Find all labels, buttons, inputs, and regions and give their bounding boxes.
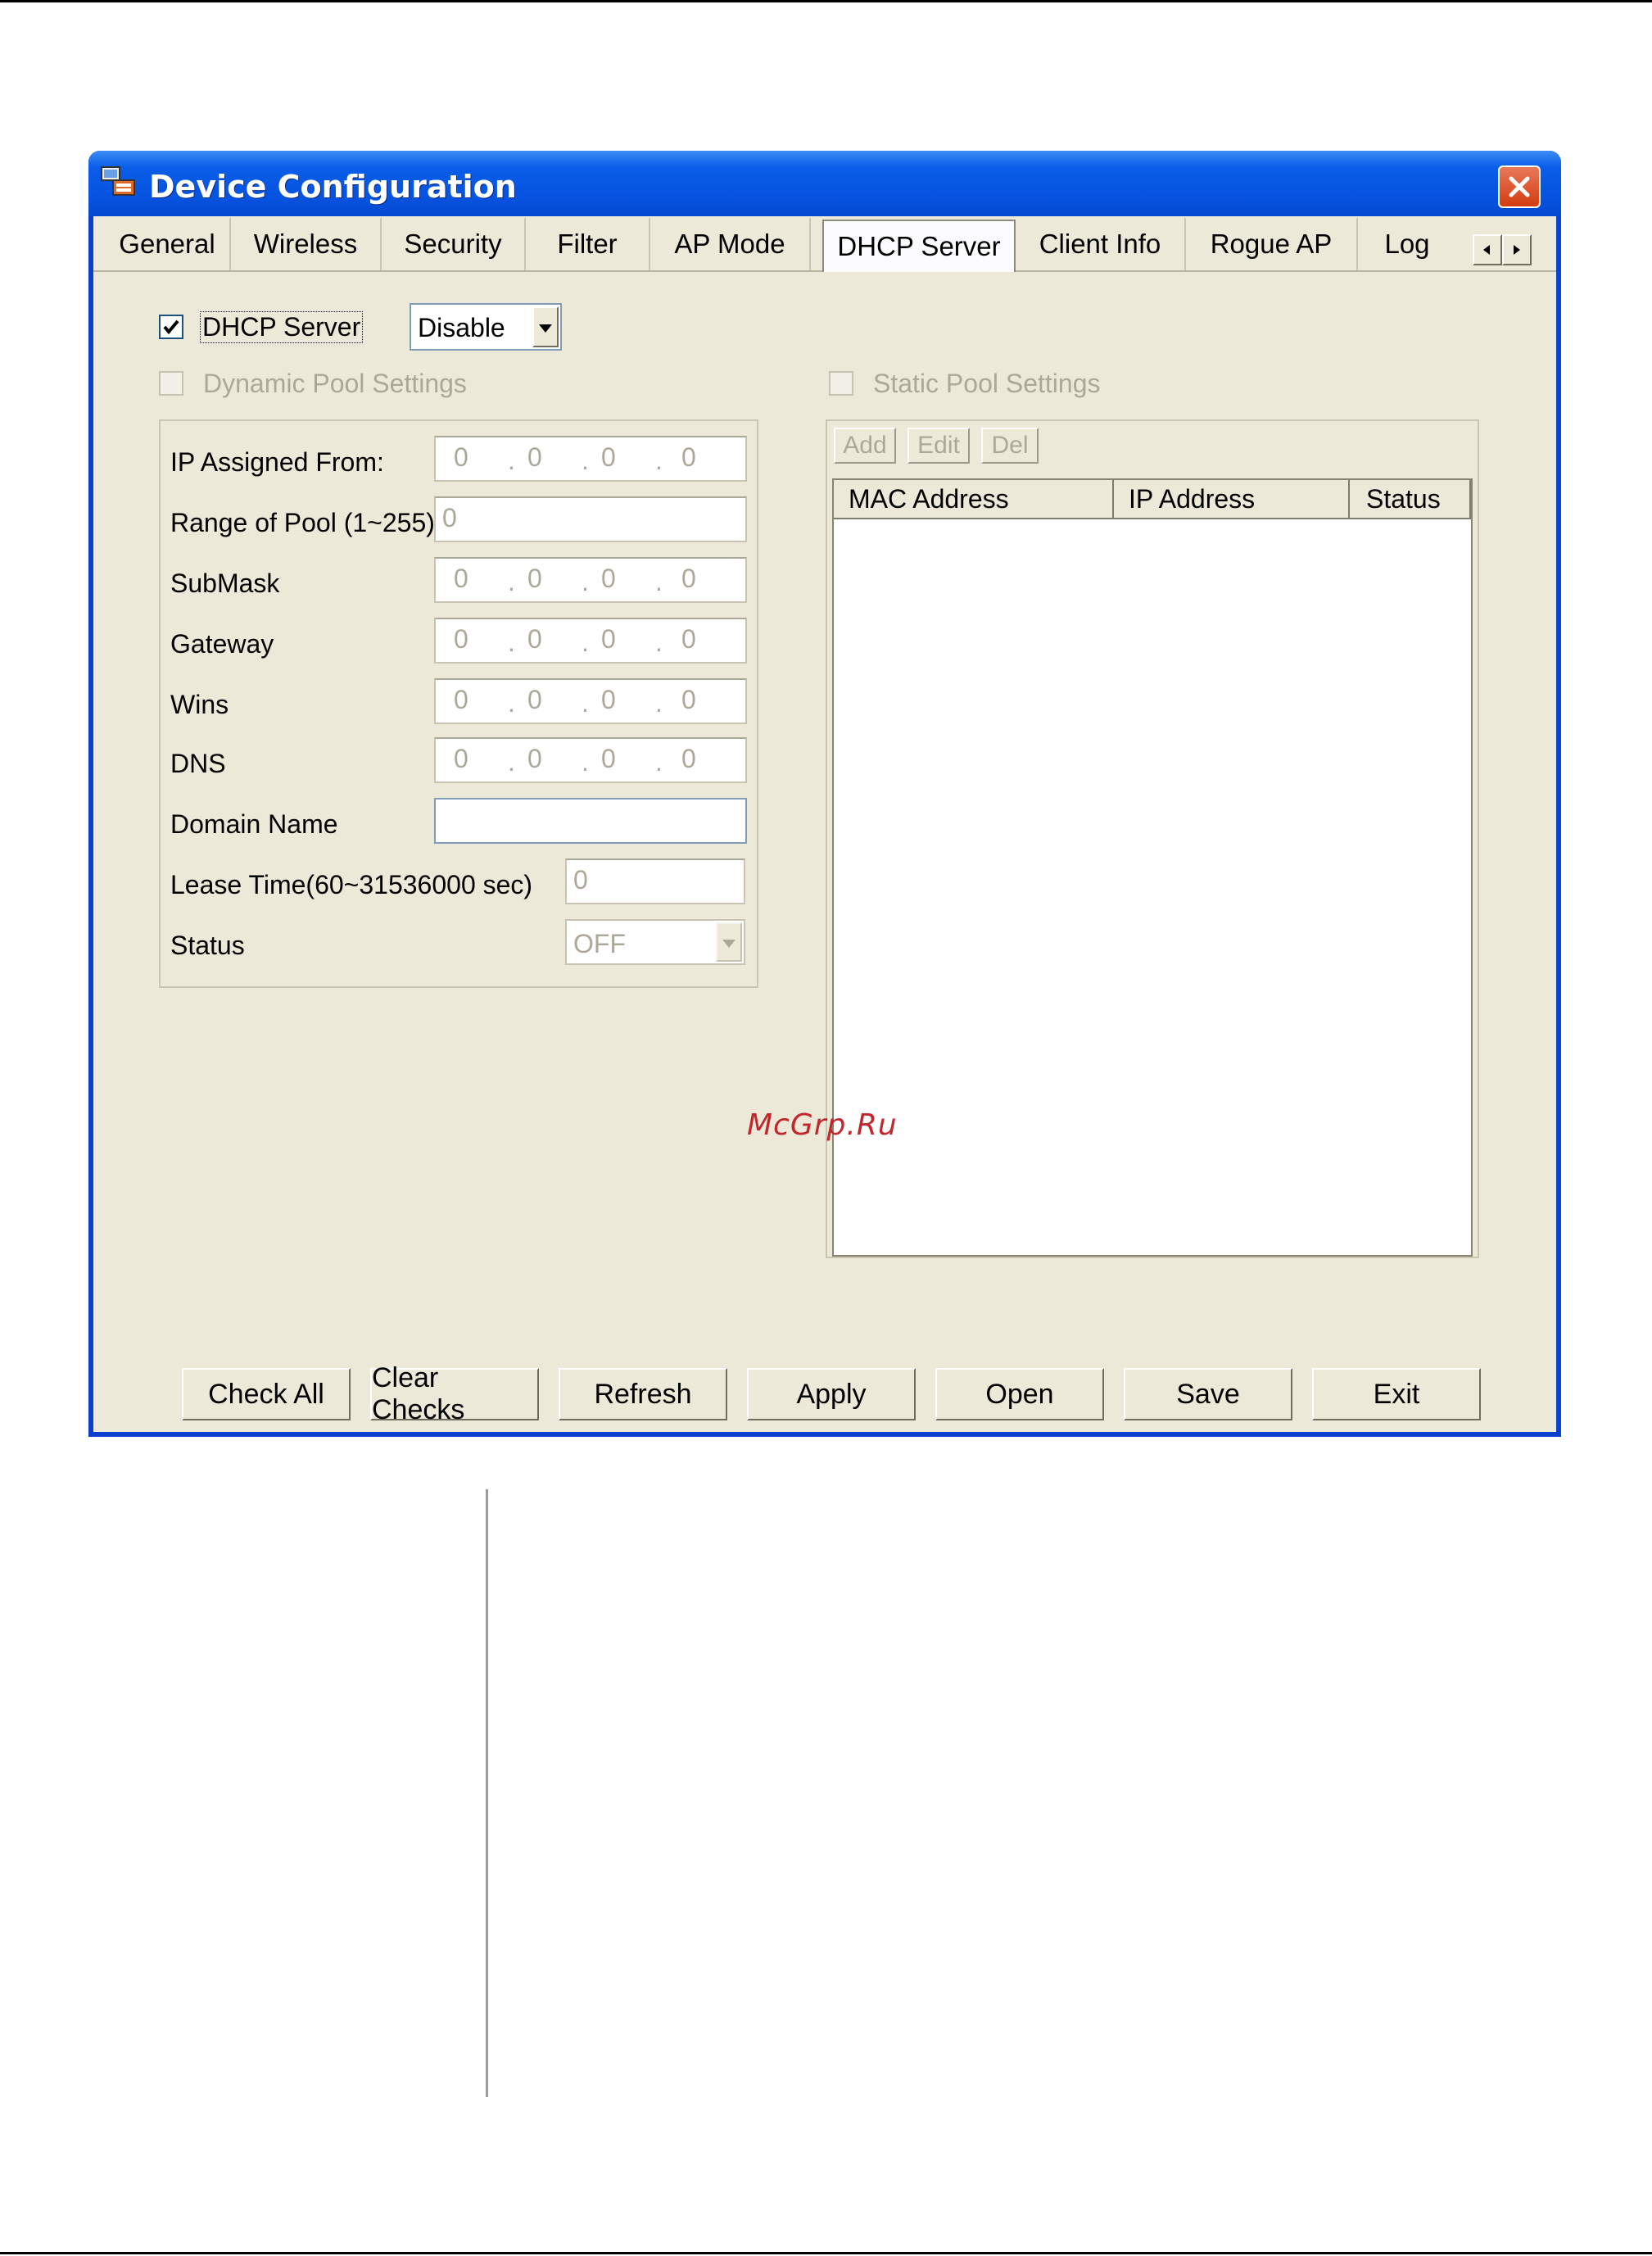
status-dropdown-button[interactable] — [716, 922, 742, 962]
ip-octet-2: 0 — [527, 685, 542, 714]
arrow-left-icon — [1483, 245, 1490, 255]
dhcp-mode-select[interactable]: Disable — [410, 303, 562, 351]
domain-name-label: Domain Name — [170, 809, 338, 839]
range-of-pool-input[interactable]: 0 — [434, 496, 747, 542]
ip-octet-4: 0 — [681, 685, 696, 714]
static-pool-checkbox[interactable] — [829, 371, 853, 396]
lease-time-label: Lease Time(60~31536000 sec) — [170, 870, 533, 899]
page-top-rule — [0, 0, 1652, 2]
range-of-pool-label: Range of Pool (1~255) — [170, 508, 435, 537]
static-pool-list[interactable]: MAC Address IP Address Status — [832, 478, 1473, 1257]
arrow-right-icon — [1514, 245, 1520, 255]
ip-octet-1: 0 — [454, 624, 468, 654]
tab-ap-mode[interactable]: AP Mode — [650, 218, 811, 270]
page-bottom-rule — [0, 2252, 1652, 2254]
ip-octet-1: 0 — [454, 685, 468, 714]
close-icon — [1509, 176, 1530, 197]
status-value: OFF — [573, 929, 626, 958]
dns-input[interactable]: 0. 0. 0. 0 — [434, 737, 747, 783]
checkmark-icon — [163, 319, 179, 335]
domain-name-input[interactable] — [434, 798, 747, 844]
open-button[interactable]: Open — [935, 1368, 1104, 1420]
edit-button[interactable]: Edit — [907, 428, 970, 464]
tab-filter[interactable]: Filter — [526, 218, 650, 270]
range-of-pool-value: 0 — [442, 503, 457, 532]
tab-dhcp-server[interactable]: DHCP Server — [822, 220, 1016, 272]
ip-octet-3: 0 — [601, 624, 616, 654]
lease-time-value: 0 — [573, 865, 588, 895]
ip-octet-4: 0 — [681, 442, 696, 472]
dhcp-server-checkbox[interactable] — [159, 315, 183, 339]
dns-label: DNS — [170, 749, 226, 778]
ip-octet-3: 0 — [601, 744, 616, 773]
check-all-button[interactable]: Check All — [182, 1368, 351, 1420]
column-header-status[interactable]: Status — [1350, 480, 1471, 519]
static-pool-label: Static Pool Settings — [873, 369, 1101, 398]
column-header-mac-address[interactable]: MAC Address — [834, 480, 1114, 519]
add-button[interactable]: Add — [834, 428, 896, 464]
ip-octet-1: 0 — [454, 564, 468, 593]
tab-log[interactable]: Log — [1358, 218, 1456, 270]
gateway-input[interactable]: 0. 0. 0. 0 — [434, 618, 747, 664]
ip-octet-2: 0 — [527, 624, 542, 654]
wins-input[interactable]: 0. 0. 0. 0 — [434, 678, 747, 724]
exit-button[interactable]: Exit — [1312, 1368, 1481, 1420]
submask-input[interactable]: 0. 0. 0. 0 — [434, 557, 747, 603]
tab-scroll-left-button[interactable] — [1473, 234, 1502, 265]
gateway-label: Gateway — [170, 629, 274, 659]
clear-checks-button[interactable]: Clear Checks — [370, 1362, 539, 1425]
ip-octet-2: 0 — [527, 744, 542, 773]
window-title: Device Configuration — [149, 169, 517, 205]
app-icon — [100, 165, 138, 198]
ip-octet-3: 0 — [601, 564, 616, 593]
tab-wireless[interactable]: Wireless — [231, 218, 382, 270]
dynamic-pool-checkbox[interactable] — [159, 371, 183, 396]
apply-button[interactable]: Apply — [747, 1368, 916, 1420]
ip-octet-2: 0 — [527, 442, 542, 472]
ip-assigned-from-label: IP Assigned From: — [170, 447, 384, 477]
close-button[interactable] — [1498, 165, 1541, 208]
dhcp-server-label: DHCP Server — [200, 311, 364, 343]
ip-octet-4: 0 — [681, 624, 696, 654]
status-label: Status — [170, 931, 245, 960]
ip-octet-2: 0 — [527, 564, 542, 593]
dhcp-mode-dropdown-button[interactable] — [532, 306, 559, 347]
tab-client-info[interactable]: Client Info — [1016, 218, 1186, 270]
ip-octet-4: 0 — [681, 564, 696, 593]
refresh-button[interactable]: Refresh — [559, 1368, 727, 1420]
watermark: McGrp.Ru — [747, 1108, 898, 1142]
ip-octet-3: 0 — [601, 685, 616, 714]
page-vertical-rule — [486, 1489, 488, 2097]
ip-octet-1: 0 — [454, 442, 468, 472]
chevron-down-icon — [539, 324, 552, 333]
column-header-ip-address[interactable]: IP Address — [1114, 480, 1350, 519]
del-button[interactable]: Del — [981, 428, 1039, 464]
ip-octet-3: 0 — [601, 442, 616, 472]
ip-assigned-from-input[interactable]: 0. 0. 0. 0 — [434, 436, 747, 482]
ip-octet-1: 0 — [454, 744, 468, 773]
lease-time-input[interactable]: 0 — [565, 858, 745, 904]
tab-rogue-ap[interactable]: Rogue AP — [1186, 218, 1358, 270]
status-select[interactable]: OFF — [565, 919, 745, 965]
ip-octet-4: 0 — [681, 744, 696, 773]
save-button[interactable]: Save — [1124, 1368, 1292, 1420]
wins-label: Wins — [170, 690, 229, 719]
chevron-down-icon — [722, 940, 735, 948]
dhcp-mode-value: Disable — [418, 313, 505, 342]
submask-label: SubMask — [170, 569, 280, 598]
dynamic-pool-label: Dynamic Pool Settings — [203, 369, 467, 398]
tab-scroll-right-button[interactable] — [1502, 234, 1532, 265]
tab-general[interactable]: General — [105, 218, 231, 270]
tab-security[interactable]: Security — [382, 218, 526, 270]
